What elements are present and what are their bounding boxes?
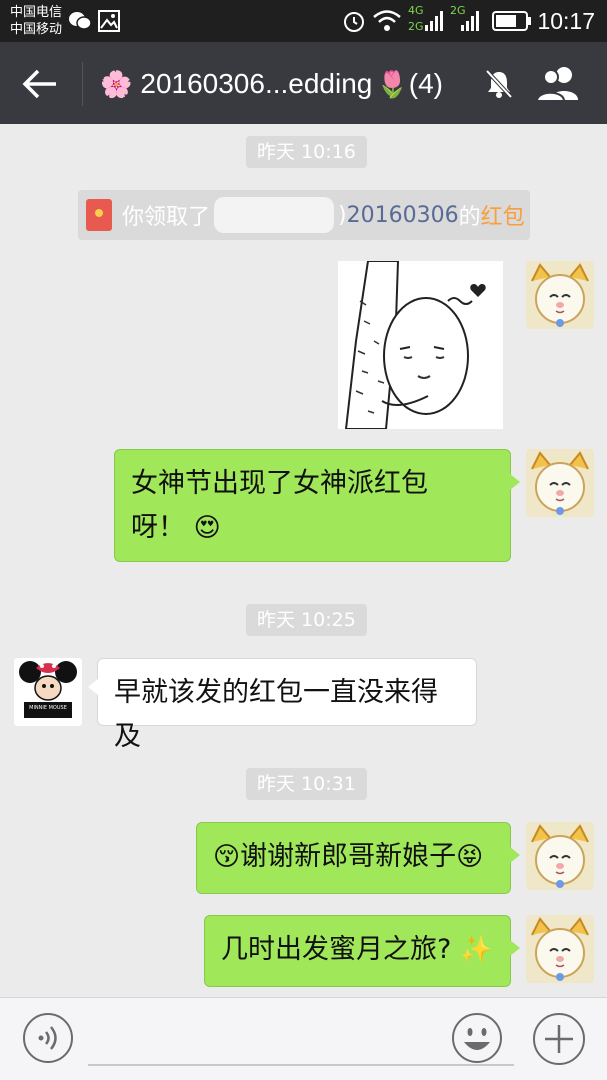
message-bubble[interactable]: 几时出发蜜月之旅? ✨ — [204, 915, 520, 987]
kissing-emoji: 😚 — [213, 842, 241, 872]
title-divider — [82, 62, 83, 106]
system-message-prefix: 你领取了 — [122, 205, 211, 230]
red-packet-link[interactable]: 红包 — [481, 199, 525, 231]
sticker-message[interactable] — [338, 260, 503, 430]
my-avatar[interactable] — [526, 915, 594, 983]
cat-avatar-icon — [526, 822, 594, 890]
system-message-of: 的 — [458, 205, 481, 230]
cat-avatar-icon — [526, 261, 594, 329]
sparkles-emoji: ✨ — [459, 935, 493, 965]
my-avatar[interactable] — [526, 449, 594, 517]
group-link[interactable]: 20160306 — [347, 203, 459, 228]
battery-icon — [492, 11, 531, 31]
net-2g-label: 2G — [408, 20, 424, 33]
title-flower-emoji: 🌸 — [100, 68, 133, 99]
message-text: 谢谢新郎哥新娘子 — [240, 841, 457, 872]
friend-avatar[interactable]: MINNIE MOUSE — [14, 658, 82, 726]
carrier-labels: 中国电信 中国移动 — [10, 4, 62, 38]
carrier-1: 中国电信 — [10, 5, 63, 20]
message-text: 早就该发的红包一直没来得及 — [114, 677, 438, 752]
message-bubble[interactable]: 女神节出现了女神派红包 呀！ 😍 — [114, 449, 520, 562]
group-name: 20160306...edding — [140, 68, 373, 99]
tongue-emoji: 😝 — [456, 842, 484, 872]
plus-icon[interactable] — [532, 1012, 586, 1066]
title-bar: 🌸 20160306...edding 🌷 (4) — [0, 42, 607, 124]
status-bar: 中国电信 中国移动 4G 2G 2G 10:17 — [0, 0, 607, 42]
system-message-close-paren: ) — [338, 202, 347, 228]
minnie-mouse-avatar-icon: MINNIE MOUSE — [14, 658, 82, 726]
net-4g-label: 4G — [408, 4, 424, 17]
timestamp: 昨天 10:25 — [246, 604, 367, 636]
signal-icon-2 — [461, 11, 479, 31]
my-avatar[interactable] — [526, 261, 594, 329]
message-bubble[interactable]: 早就该发的红包一直没来得及 — [88, 658, 477, 752]
signal-icon — [425, 11, 443, 31]
heart-eyes-emoji: 😍 — [193, 513, 221, 543]
wifi-icon — [373, 10, 401, 31]
red-packet-icon — [86, 199, 112, 231]
timestamp: 昨天 10:31 — [246, 768, 367, 800]
title-tulip-emoji: 🌷 — [376, 68, 409, 99]
message-text: 几时出发蜜月之旅? — [221, 934, 452, 965]
message-text-line1: 女神节出现了女神派红包 — [131, 468, 428, 499]
input-bar — [0, 997, 607, 1080]
cat-avatar-icon — [526, 915, 594, 983]
my-avatar[interactable] — [526, 822, 594, 890]
member-count: (4) — [408, 68, 443, 99]
gallery-icon — [98, 10, 120, 32]
emoji-icon[interactable] — [451, 1012, 503, 1064]
hugging-meme-sticker — [344, 260, 486, 430]
chat-title: 🌸 20160306...edding 🌷 (4) — [100, 62, 443, 106]
cat-avatar-icon — [526, 449, 594, 517]
group-members-icon[interactable] — [534, 64, 586, 104]
alarm-icon — [344, 12, 364, 32]
wechat-icon — [69, 12, 92, 30]
avatar-caption: MINNIE MOUSE — [29, 705, 67, 711]
message-text-line2: 呀！ — [131, 512, 185, 543]
back-arrow-icon[interactable] — [18, 64, 62, 104]
timestamp: 昨天 10:16 — [246, 136, 367, 168]
blurred-name — [214, 197, 335, 233]
system-message: 你领取了 ) 20160306 的 红包 — [78, 190, 530, 240]
clock: 10:17 — [537, 8, 595, 34]
mute-bell-icon — [485, 69, 513, 99]
message-bubble[interactable]: 😚谢谢新郎哥新娘子😝 — [196, 822, 520, 894]
carrier-2: 中国移动 — [10, 22, 63, 37]
voice-icon[interactable] — [22, 1012, 74, 1064]
